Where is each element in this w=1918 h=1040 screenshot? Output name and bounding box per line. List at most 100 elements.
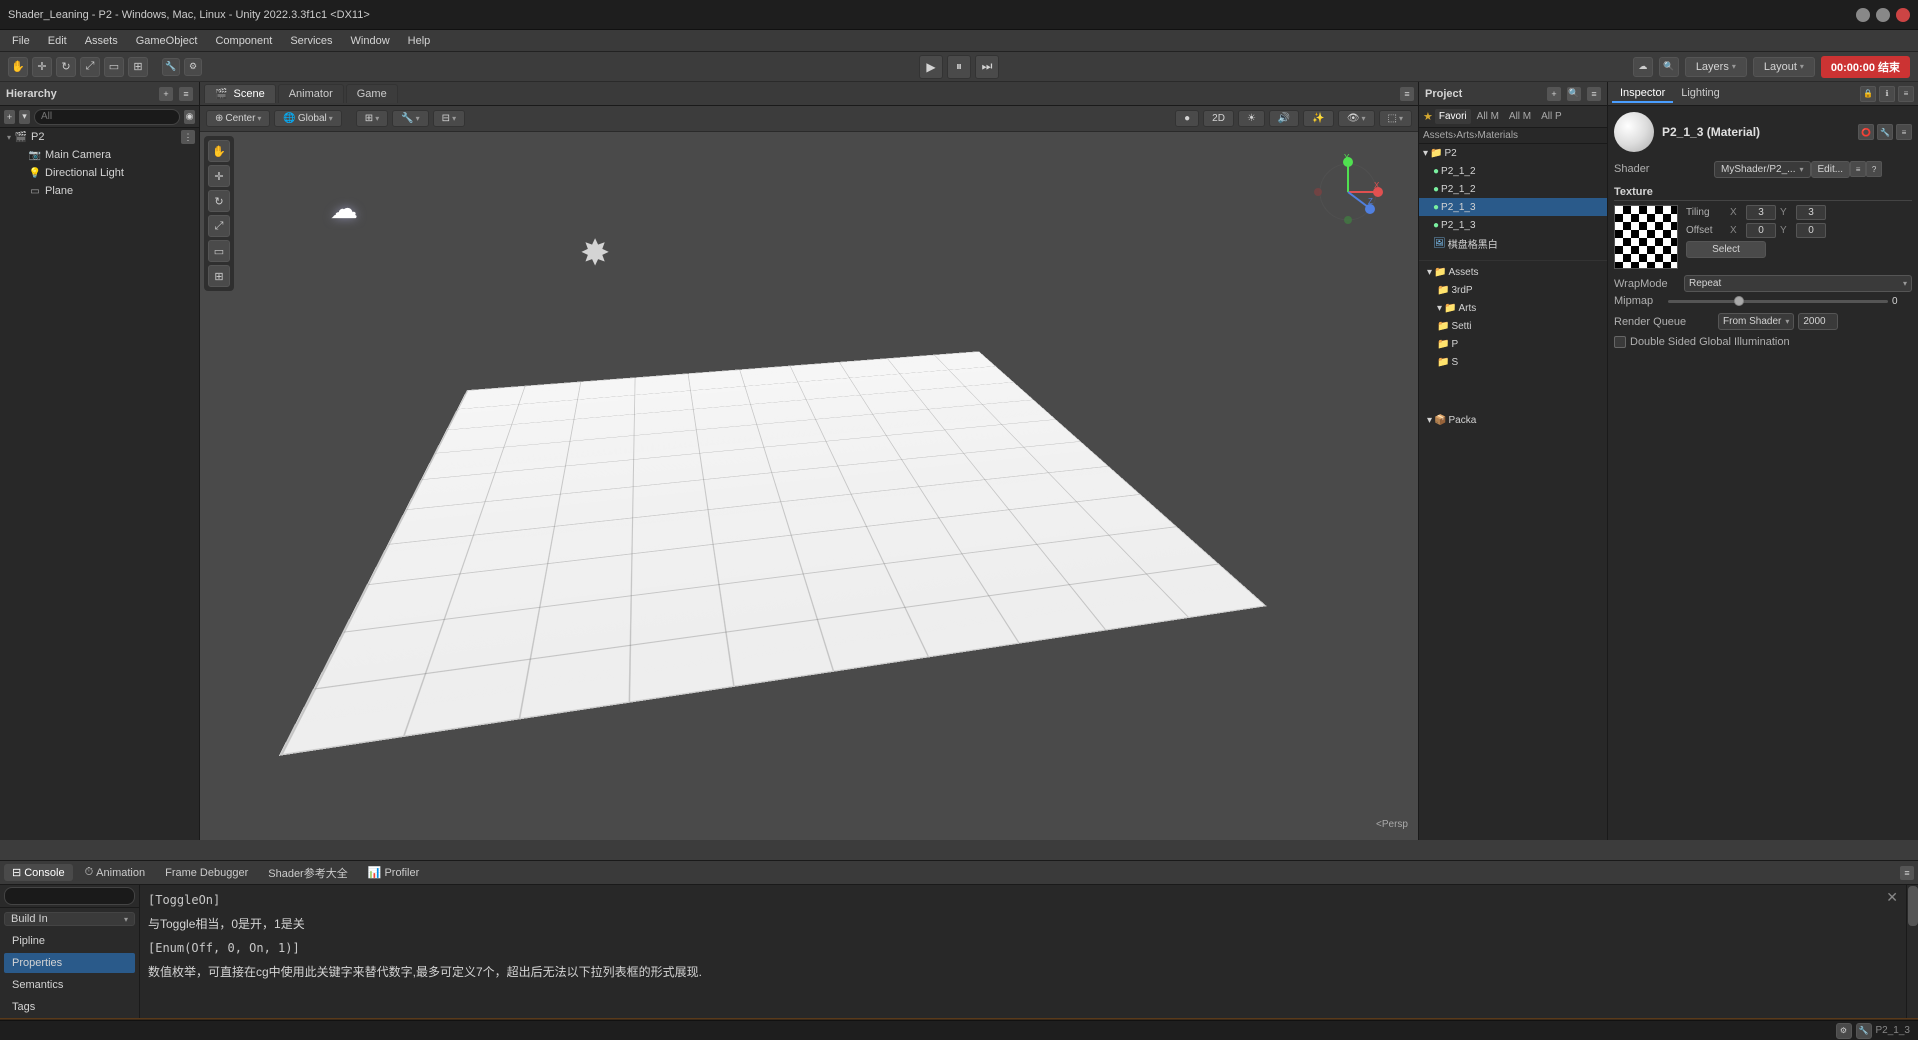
project-add-btn[interactable]: + [1547, 87, 1561, 101]
project-search-btn[interactable]: 🔍 [1567, 87, 1581, 101]
console-scrollbar[interactable] [1906, 885, 1918, 1018]
hand-handle[interactable]: ✋ [208, 140, 230, 162]
gizmo-dropdown[interactable]: ● [1175, 110, 1199, 127]
tab-inspector[interactable]: Inspector [1612, 85, 1673, 103]
mipmap-thumb[interactable] [1734, 296, 1744, 306]
close-btn[interactable] [1896, 8, 1910, 22]
favorites-tab[interactable]: Favori [1435, 109, 1471, 124]
mipmap-slider[interactable] [1668, 300, 1888, 303]
project-item-3rdp[interactable]: 📁 3rdP [1423, 281, 1603, 299]
2d-btn[interactable]: 2D [1203, 110, 1234, 127]
all-handle[interactable]: ⊞ [208, 265, 230, 287]
hierarchy-search[interactable] [34, 109, 180, 125]
inspector-info-btn[interactable]: ℹ [1879, 86, 1895, 102]
layout-dropdown[interactable]: Layout ▾ [1753, 57, 1815, 77]
double-sided-checkbox[interactable] [1614, 336, 1626, 348]
maximize-btn[interactable] [1876, 8, 1890, 22]
shader-dropdown[interactable]: MyShader/P2_... ▾ [1714, 161, 1811, 178]
grid-dropdown[interactable]: ⊞▾ [356, 110, 388, 127]
tab-shader-ref[interactable]: Shader参考大全 [260, 863, 355, 883]
nav-item-tags[interactable]: Tags [4, 997, 135, 1017]
tab-profiler[interactable]: 📊 Profiler [360, 864, 428, 881]
scene-view-dropdown[interactable]: 👁▾ [1338, 110, 1375, 127]
tab-lighting[interactable]: Lighting [1673, 85, 1728, 103]
hierarchy-add-btn[interactable]: + [159, 87, 173, 101]
build-in-dropdown[interactable]: Build In ▾ [4, 912, 135, 926]
menu-gameobject[interactable]: GameObject [128, 33, 206, 49]
tab-frame-debugger[interactable]: Frame Debugger [157, 865, 256, 881]
search-toolbar-icon[interactable]: 🔍 [1659, 57, 1679, 77]
project-item-p2-folder[interactable]: ▾ 📁 P2 [1419, 144, 1607, 162]
material-icon-btn2[interactable]: 🔧 [1877, 124, 1893, 140]
project-item-assets[interactable]: ▾ 📁 Assets [1423, 263, 1603, 281]
breadcrumb-materials[interactable]: Materials [1477, 130, 1518, 141]
render-queue-dropdown[interactable]: From Shader ▾ [1718, 313, 1794, 330]
menu-assets[interactable]: Assets [77, 33, 126, 49]
collab-icon[interactable]: ☁ [1633, 57, 1653, 77]
rect-tool-btn[interactable]: ▭ [104, 57, 124, 77]
hierarchy-filter-btn[interactable]: ◉ [184, 110, 195, 124]
hierarchy-menu-btn[interactable]: ≡ [179, 87, 193, 101]
pivot-dropdown[interactable]: ⊕ Center ▾ [206, 110, 270, 127]
shader-settings-icon[interactable]: ≡ [1850, 161, 1866, 177]
status-icon2[interactable]: 🔧 [1856, 1023, 1872, 1039]
nav-item-pipline[interactable]: Pipline [4, 931, 135, 951]
hierarchy-add-small-btn[interactable]: + [4, 110, 15, 124]
scene-menu-btn[interactable]: ≡ [1400, 87, 1414, 101]
space-dropdown[interactable]: 🌐 Global ▾ [274, 110, 341, 127]
play-btn[interactable]: ▶ [919, 55, 943, 79]
hierarchy-down-btn[interactable]: ▾ [19, 110, 30, 124]
project-item-p2-1-2a[interactable]: ● P2_1_2 [1419, 162, 1607, 180]
render-mode-dropdown[interactable]: ⬚▾ [1379, 110, 1412, 127]
align-dropdown[interactable]: ⊟▾ [433, 110, 465, 127]
tab-scene[interactable]: 🎬 Scene [204, 84, 276, 103]
menu-edit[interactable]: Edit [40, 33, 75, 49]
rotate-handle[interactable]: ↻ [208, 190, 230, 212]
scale-tool-btn[interactable]: ⤢ [80, 57, 100, 77]
menu-window[interactable]: Window [343, 33, 398, 49]
bottom-menu-btn[interactable]: ≡ [1900, 866, 1914, 880]
hierarchy-item-light[interactable]: 💡 Directional Light [0, 164, 199, 182]
scene-view[interactable]: ✋ ✛ ↻ ⤢ ▭ ⊞ ☁ ✸ [200, 132, 1418, 840]
menu-component[interactable]: Component [207, 33, 280, 49]
all-models-tab[interactable]: All M [1505, 109, 1535, 124]
tab-game[interactable]: Game [346, 84, 398, 103]
project-item-p2-1-2b[interactable]: ● P2_1_2 [1419, 180, 1607, 198]
menu-services[interactable]: Services [282, 33, 340, 49]
console-scroll-thumb[interactable] [1908, 886, 1918, 926]
transform-tool-btn[interactable]: ⊞ [128, 57, 148, 77]
pause-btn[interactable]: ⏸ [947, 55, 971, 79]
all-materials-tab[interactable]: All M [1473, 109, 1503, 124]
minimize-btn[interactable] [1856, 8, 1870, 22]
undo-icon[interactable]: 🔧 [162, 58, 180, 76]
expand-arrow-p2[interactable]: ▾ [4, 132, 14, 142]
tiling-x-input[interactable] [1746, 205, 1776, 220]
snap-dropdown[interactable]: 🔧▾ [392, 110, 428, 127]
hierarchy-item-p2[interactable]: ▾ 🎬 P2 ⋮ [0, 128, 199, 146]
tab-animator[interactable]: Animator [278, 84, 344, 103]
material-icon-btn3[interactable]: ≡ [1896, 124, 1912, 140]
tab-animation[interactable]: ⏱ Animation [77, 864, 154, 881]
project-item-p2-1-3a[interactable]: ● P2_1_3 [1419, 198, 1607, 216]
all-prefabs-tab[interactable]: All P [1537, 109, 1566, 124]
hierarchy-item-camera[interactable]: 📷 Main Camera [0, 146, 199, 164]
texture-select-btn[interactable]: Select [1686, 241, 1766, 258]
project-item-checker[interactable]: 🖼 棋盘格黑白 [1419, 234, 1607, 252]
lighting-btn[interactable]: ☀ [1238, 110, 1265, 127]
shader-help-icon[interactable]: ? [1866, 161, 1882, 177]
inspector-lock-btn[interactable]: 🔒 [1860, 86, 1876, 102]
rotate-tool-btn[interactable]: ↻ [56, 57, 76, 77]
scene-gizmo[interactable]: X Y Z [1308, 152, 1388, 232]
hierarchy-item-plane[interactable]: ▭ Plane [0, 182, 199, 200]
render-queue-value-input[interactable] [1798, 313, 1838, 330]
rect-handle[interactable]: ▭ [208, 240, 230, 262]
record-btn[interactable]: 00:00:00 结束 [1821, 56, 1910, 78]
inspector-menu-btn[interactable]: ≡ [1898, 86, 1914, 102]
console-search[interactable] [4, 887, 135, 905]
hand-tool-btn[interactable]: ✋ [8, 57, 28, 77]
offset-x-input[interactable] [1746, 223, 1776, 238]
settings-icon[interactable]: ⚙ [184, 58, 202, 76]
project-item-packages[interactable]: ▾ 📦 Packa [1423, 411, 1603, 429]
status-icon1[interactable]: ⚙ [1836, 1023, 1852, 1039]
project-item-p[interactable]: 📁 P [1423, 335, 1603, 353]
